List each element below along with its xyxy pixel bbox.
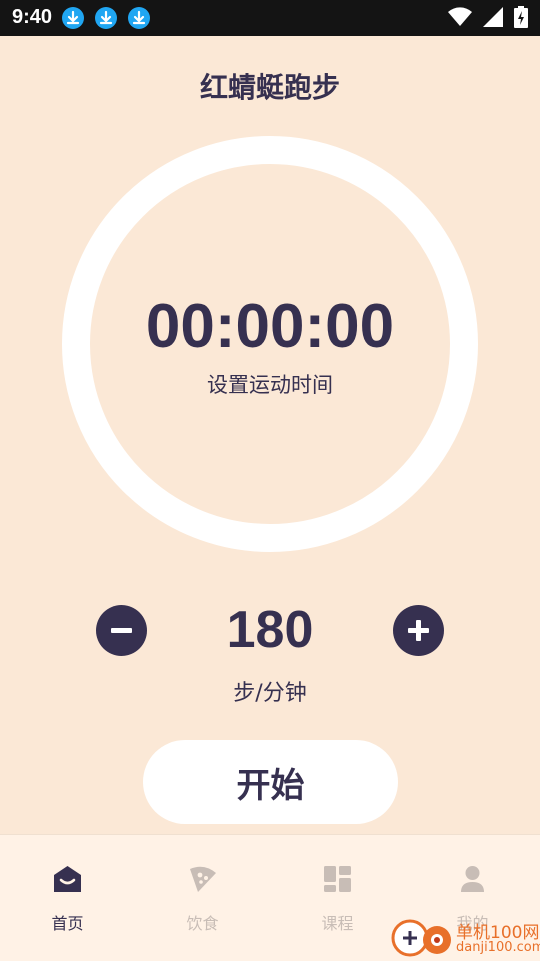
increase-cadence-button[interactable] — [393, 605, 444, 656]
page-title: 红蜻蜓跑步 — [199, 71, 340, 104]
wifi-icon — [447, 7, 472, 27]
nav-item-home[interactable]: 首页 — [0, 835, 135, 961]
nav-label-home: 首页 — [51, 914, 84, 933]
timer-display[interactable]: 00:00:00 — [0, 291, 540, 362]
home-icon — [54, 866, 81, 892]
pizza-icon — [190, 866, 216, 892]
status-bar: 9:40 — [0, 0, 540, 36]
watermark-logo-icon — [391, 919, 451, 957]
nav-label-diet: 饮食 — [186, 914, 219, 933]
grid-icon — [324, 866, 351, 892]
watermark-url: danji100.com — [456, 940, 540, 955]
system-icons — [442, 6, 528, 30]
start-button[interactable]: 开始 — [143, 740, 398, 824]
cadence-value: 180 — [226, 601, 314, 659]
nav-label-courses: 课程 — [321, 914, 354, 933]
status-time: 9:40 — [12, 6, 53, 28]
signal-icon — [482, 7, 503, 27]
cadence-unit: 步/分钟 — [233, 681, 307, 706]
timer-caption[interactable]: 设置运动时间 — [0, 369, 540, 399]
plus-icon — [408, 620, 429, 641]
watermark: 单机100网 danji100.com — [390, 916, 540, 960]
download-icon — [128, 7, 150, 29]
download-icon — [95, 7, 117, 29]
nav-item-diet[interactable]: 饮食 — [135, 835, 270, 961]
download-icon — [62, 7, 84, 29]
battery-charging-icon — [514, 6, 528, 28]
nav-item-courses[interactable]: 课程 — [270, 835, 405, 961]
user-icon — [461, 866, 484, 892]
